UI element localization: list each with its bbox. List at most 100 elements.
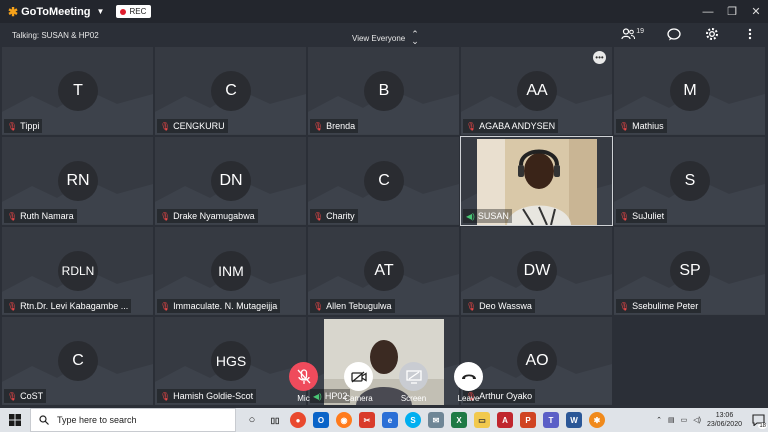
participant-avatar: DW	[517, 251, 557, 291]
participant-name: SUSAN	[477, 211, 509, 221]
mic-muted-icon: 🎙	[466, 301, 477, 311]
participant-name-tag: 🎙 SuJuliet	[616, 209, 668, 223]
settings-button[interactable]	[704, 26, 720, 42]
clock-time: 13:06	[715, 412, 734, 419]
leave-button[interactable]	[454, 362, 483, 391]
start-button[interactable]	[0, 408, 30, 432]
participant-name: Drake Nyamugabwa	[173, 211, 255, 221]
participant-avatar: INM	[211, 251, 251, 291]
participant-tile[interactable]: S 🎙 SuJuliet	[614, 137, 765, 225]
app-menu[interactable]: ✱ GoToMeeting ▼	[8, 5, 104, 19]
people-button[interactable]: 19	[621, 28, 644, 40]
edge-icon[interactable]: e	[382, 412, 398, 428]
participant-tile[interactable]: C 🎙 CENGKURU	[155, 47, 306, 135]
clock[interactable]: 13:06 23/06/2020	[707, 411, 742, 429]
notifications-button[interactable]: 18	[748, 408, 768, 432]
leave-control[interactable]: Leave	[453, 362, 484, 403]
participant-tile[interactable]: RDLN 🎙 Rtn.Dr. Levi Kabagambe ...	[2, 227, 153, 315]
mic-button[interactable]	[289, 362, 318, 391]
participant-tile[interactable]: DN 🎙 Drake Nyamugabwa	[155, 137, 306, 225]
mail-icon[interactable]: ✉	[428, 412, 444, 428]
participant-tile[interactable]: C 🎙 CoST	[2, 317, 153, 405]
acrobat-icon[interactable]: A	[497, 412, 513, 428]
participant-name-tag: 🎙 Immaculate. N. Mutageijja	[157, 299, 281, 313]
screen-control[interactable]: Screen	[398, 362, 429, 403]
file-explorer-icon[interactable]: ▭	[474, 412, 490, 428]
mic-muted-icon: 🎙	[160, 301, 171, 311]
participant-tile[interactable]: HGS 🎙 Hamish Goldie-Scot	[155, 317, 306, 405]
participant-tile[interactable]: C 🎙 Charity	[308, 137, 459, 225]
outlook-icon[interactable]: O	[313, 412, 329, 428]
title-bar: ✱ GoToMeeting ▼ REC — ❐ ✕	[0, 0, 768, 23]
tray-chevron-up-icon[interactable]: ⌃	[656, 416, 662, 424]
participant-avatar: RDLN	[58, 251, 98, 291]
participant-name: Tippi	[20, 121, 40, 131]
view-selector[interactable]: View Everyone ⌃ ⌄	[352, 30, 419, 46]
tile-more-options-icon[interactable]: •••	[593, 51, 606, 64]
mic-muted-icon: 🎙	[7, 121, 18, 131]
volume-icon[interactable]: ◁)	[693, 416, 701, 424]
more-options-button[interactable]	[742, 26, 758, 42]
rec-indicator[interactable]: REC	[116, 5, 152, 18]
participant-tile[interactable]: T 🎙 Tippi	[2, 47, 153, 135]
meeting-controls: Mic Camera Screen Leave	[288, 362, 484, 403]
gotomeeting-taskbar-icon[interactable]: ✱	[589, 412, 605, 428]
search-icon	[39, 415, 49, 425]
participant-tile[interactable]: INM 🎙 Immaculate. N. Mutageijja	[155, 227, 306, 315]
participant-avatar: B	[364, 71, 404, 111]
taskbar-search[interactable]: Type here to search	[30, 408, 236, 432]
participant-name: Deo Wasswa	[479, 301, 532, 311]
vertical-dots-icon	[748, 28, 752, 40]
notification-count: 18	[758, 423, 767, 429]
windows-taskbar: Type here to search ○ ▯▯ ● O ◉ ✂ e S ✉ X…	[0, 408, 768, 432]
search-placeholder: Type here to search	[57, 415, 137, 425]
mic-control[interactable]: Mic	[288, 362, 319, 403]
participant-name-tag: 🎙 Rtn.Dr. Levi Kabagambe ...	[4, 299, 132, 313]
mic-muted-icon: 🎙	[7, 211, 18, 221]
battery-icon[interactable]: ▭	[681, 416, 688, 424]
restore-button[interactable]: ❐	[720, 0, 744, 23]
participant-name-tag: 🎙 Ruth Namara	[4, 209, 77, 223]
participant-tile[interactable]: B 🎙 Brenda	[308, 47, 459, 135]
excel-icon[interactable]: X	[451, 412, 467, 428]
participant-avatar: C	[364, 161, 404, 201]
participant-tile[interactable]: AA ••• 🎙 AGABA ANDYSEN	[461, 47, 612, 135]
mic-muted-icon: 🎙	[7, 301, 18, 311]
participant-tile[interactable]: ◀) SUSAN	[460, 136, 613, 226]
close-button[interactable]: ✕	[744, 0, 768, 23]
chat-button[interactable]	[666, 26, 682, 42]
mic-muted-icon	[297, 368, 310, 384]
mic-muted-icon: 🎙	[619, 301, 630, 311]
screen-button[interactable]	[399, 362, 428, 391]
skype-icon[interactable]: S	[405, 412, 421, 428]
meeting-toolbar: Talking: SUSAN & HP02 View Everyone ⌃ ⌄ 1…	[0, 23, 768, 47]
mic-muted-icon: 🎙	[7, 391, 18, 401]
chrome-icon[interactable]: ●	[290, 412, 306, 428]
record-dot-icon	[120, 8, 127, 15]
participant-tile[interactable]: M 🎙 Mathius	[614, 47, 765, 135]
participant-name: AGABA ANDYSEN	[479, 121, 556, 131]
network-icon[interactable]: ▤	[668, 416, 675, 424]
minimize-button[interactable]: —	[696, 0, 720, 23]
view-label: View Everyone	[352, 33, 406, 43]
participant-tile[interactable]: DW 🎙 Deo Wasswa	[461, 227, 612, 315]
camera-button[interactable]	[344, 362, 373, 391]
cortana-icon[interactable]: ○	[244, 412, 260, 428]
participant-tile[interactable]: SP 🎙 Ssebulime Peter	[614, 227, 765, 315]
participant-name: Immaculate. N. Mutageijja	[173, 301, 278, 311]
camera-control[interactable]: Camera	[343, 362, 374, 403]
participant-name-tag: ◀) SUSAN	[463, 209, 512, 223]
participant-avatar: AA	[517, 71, 557, 111]
task-view-icon[interactable]: ▯▯	[267, 412, 283, 428]
word-icon[interactable]: W	[566, 412, 582, 428]
snip-icon[interactable]: ✂	[359, 412, 375, 428]
camera-off-icon	[350, 371, 367, 382]
gotomeeting-logo-icon: ✱	[8, 4, 19, 19]
teams-icon[interactable]: T	[543, 412, 559, 428]
participant-name-tag: 🎙 Drake Nyamugabwa	[157, 209, 258, 223]
firefox-icon[interactable]: ◉	[336, 412, 352, 428]
participant-tile[interactable]: AT 🎙 Allen Tebugulwa	[308, 227, 459, 315]
participant-tile[interactable]: RN 🎙 Ruth Namara	[2, 137, 153, 225]
participant-avatar: HGS	[211, 341, 251, 381]
powerpoint-icon[interactable]: P	[520, 412, 536, 428]
